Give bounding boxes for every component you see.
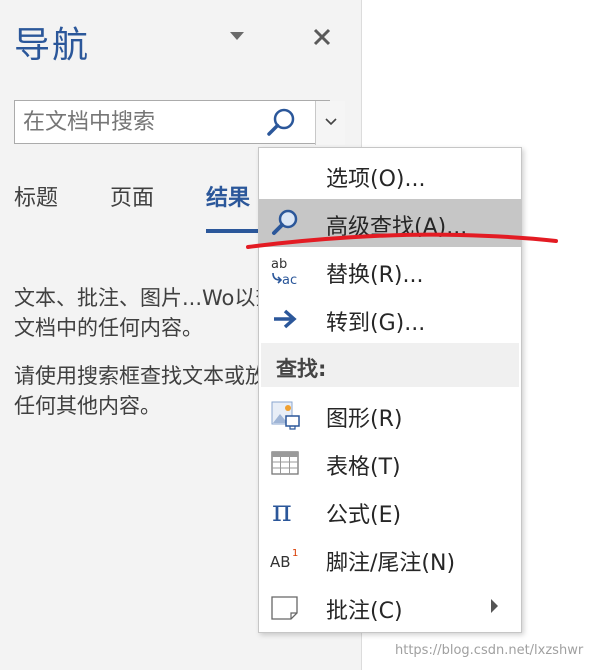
replace-icon: ab ac — [271, 257, 297, 287]
tab-headings[interactable]: 标题 — [14, 180, 58, 212]
search-input[interactable] — [21, 109, 265, 136]
tab-results[interactable]: 结果 — [206, 180, 250, 212]
table-icon — [271, 451, 299, 475]
red-underline-annotation — [246, 232, 558, 249]
tab-pages[interactable]: 页面 — [110, 180, 154, 212]
close-icon — [313, 28, 331, 46]
comment-icon — [271, 596, 298, 620]
close-button[interactable] — [310, 20, 334, 52]
menu-item-label: 公式(E) — [326, 503, 402, 528]
menu-item-goto[interactable]: 转到(G)... — [259, 295, 521, 343]
section-label: 查找: — [276, 357, 327, 381]
watermark: https://blog.csdn.net/lxzshwr — [395, 643, 584, 658]
find-section-header: 查找: — [261, 343, 519, 387]
search-button[interactable] — [265, 107, 297, 139]
chevron-down-icon — [325, 118, 337, 126]
menu-item-label: 脚注/尾注(N) — [326, 551, 456, 576]
replace-icon-text-bottom: ac — [282, 273, 297, 287]
footnote-icon-superscript: 1 — [292, 548, 298, 559]
footnote-icon: AB 1 — [270, 548, 298, 571]
menu-item-label: 图形(R) — [326, 407, 403, 432]
menu-item-graphics[interactable]: 图形(R) — [259, 391, 521, 439]
search-options-menu: 选项(O)... 高级查找(A)... ab ac 替换(R)... 转到(G)… — [258, 147, 522, 633]
pi-icon-glyph: π — [272, 495, 292, 527]
arrow-right-icon — [274, 309, 297, 329]
menu-item-tables[interactable]: 表格(T) — [259, 439, 521, 487]
menu-item-comments[interactable]: 批注(C) — [259, 583, 521, 631]
menu-item-footnotes[interactable]: AB 1 脚注/尾注(N) — [259, 535, 521, 583]
pane-options-dropdown-icon[interactable] — [230, 32, 244, 40]
search-box — [14, 100, 345, 145]
submenu-arrow-icon — [491, 599, 498, 613]
search-icon — [267, 108, 295, 136]
menu-item-equations[interactable]: π 公式(E) — [259, 487, 521, 535]
menu-item-label: 批注(C) — [326, 599, 403, 624]
footnote-icon-glyph: AB — [270, 553, 291, 571]
menu-item-label: 转到(G)... — [326, 311, 426, 336]
pi-icon: π — [272, 495, 292, 527]
menu-item-label: 表格(T) — [326, 455, 401, 480]
pane-title: 导航 — [14, 25, 91, 66]
menu-item-label: 替换(R)... — [326, 263, 424, 288]
graphics-icon — [271, 401, 300, 430]
replace-icon-text-top: ab — [271, 257, 287, 272]
menu-item-label: 选项(O)... — [326, 167, 426, 192]
search-options-button[interactable] — [315, 101, 345, 145]
menu-item-options[interactable]: 选项(O)... — [259, 151, 521, 199]
